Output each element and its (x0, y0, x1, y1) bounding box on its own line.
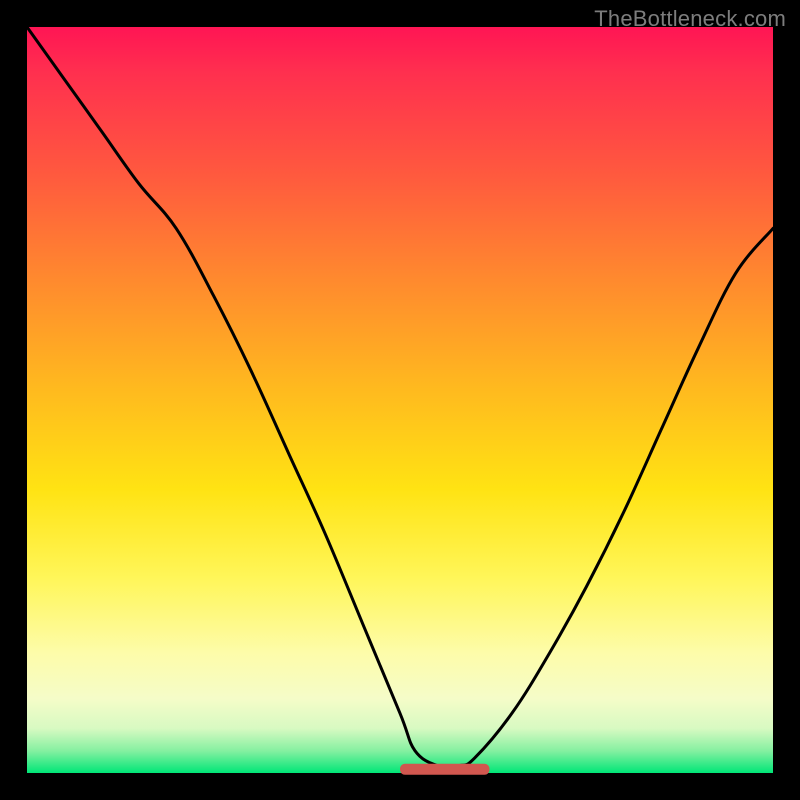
plot-area (27, 27, 773, 773)
attribution-text: TheBottleneck.com (594, 6, 786, 32)
bottleneck-curve (27, 27, 773, 767)
chart-container: TheBottleneck.com (0, 0, 800, 800)
flat-marker (400, 764, 490, 775)
plot-svg (27, 27, 773, 773)
